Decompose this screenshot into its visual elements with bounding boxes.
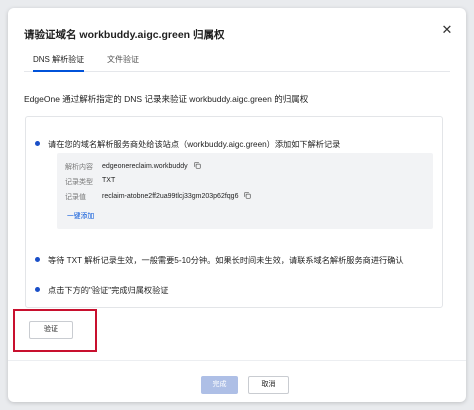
- step-wait-text: 等待 TXT 解析记录生效，一般需要5-10分钟。如果长时间未生效，请联系域名解…: [48, 256, 404, 265]
- copy-icon[interactable]: [193, 162, 201, 169]
- done-button[interactable]: 完成: [201, 376, 238, 394]
- bullet-dot: [35, 141, 40, 146]
- host-value: edgeonereclaim.workbuddy: [102, 163, 188, 170]
- tab-file-verify[interactable]: 文件验证: [107, 54, 139, 72]
- instructions-panel: 请在您的域名解析服务商处给该站点（workbuddy.aigc.green）添加…: [25, 116, 443, 308]
- tab-dns-verify[interactable]: DNS 解析验证: [33, 54, 85, 72]
- step-add-record: 请在您的域名解析服务商处给该站点（workbuddy.aigc.green）添加…: [35, 138, 341, 150]
- type-label: 记录类型: [65, 179, 93, 186]
- type-value: TXT: [102, 177, 116, 184]
- host-value-row: edgeonereclaim.workbuddy: [102, 162, 201, 170]
- step-add-record-text: 请在您的域名解析服务商处给该站点（workbuddy.aigc.green）添加…: [48, 140, 341, 149]
- bullet-dot: [35, 257, 40, 262]
- copy-icon[interactable]: [244, 192, 252, 199]
- host-label: 解析内容: [65, 164, 93, 171]
- dialog-title: 请验证域名 workbuddy.aigc.green 归属权: [24, 29, 225, 41]
- step-wait: 等待 TXT 解析记录生效，一般需要5-10分钟。如果长时间未生效，请联系域名解…: [35, 254, 404, 266]
- bullet-dot: [35, 287, 40, 292]
- tab-bar: DNS 解析验证 文件验证: [24, 54, 450, 72]
- close-icon[interactable]: ✕: [440, 23, 454, 37]
- step-click-verify: 点击下方的"验证"完成归属权验证: [35, 284, 169, 296]
- value-label: 记录值: [65, 194, 86, 201]
- verify-description: EdgeOne 通过解析指定的 DNS 记录来验证 workbuddy.aigc…: [24, 94, 309, 104]
- record-value-row: reclaim-atobne2ff2ua99tlcj33gm203p62fqg6: [102, 192, 252, 200]
- footer-divider: [8, 360, 466, 361]
- cancel-button[interactable]: 取消: [248, 376, 289, 394]
- dns-record-box: 解析内容 edgeonereclaim.workbuddy 记录类型 TXT 记…: [57, 153, 433, 229]
- step-click-verify-text: 点击下方的"验证"完成归属权验证: [48, 286, 169, 295]
- record-value: reclaim-atobne2ff2ua99tlcj33gm203p62fqg6: [102, 193, 239, 200]
- quick-add-link[interactable]: 一键添加: [67, 210, 94, 220]
- highlight-box: [13, 309, 97, 352]
